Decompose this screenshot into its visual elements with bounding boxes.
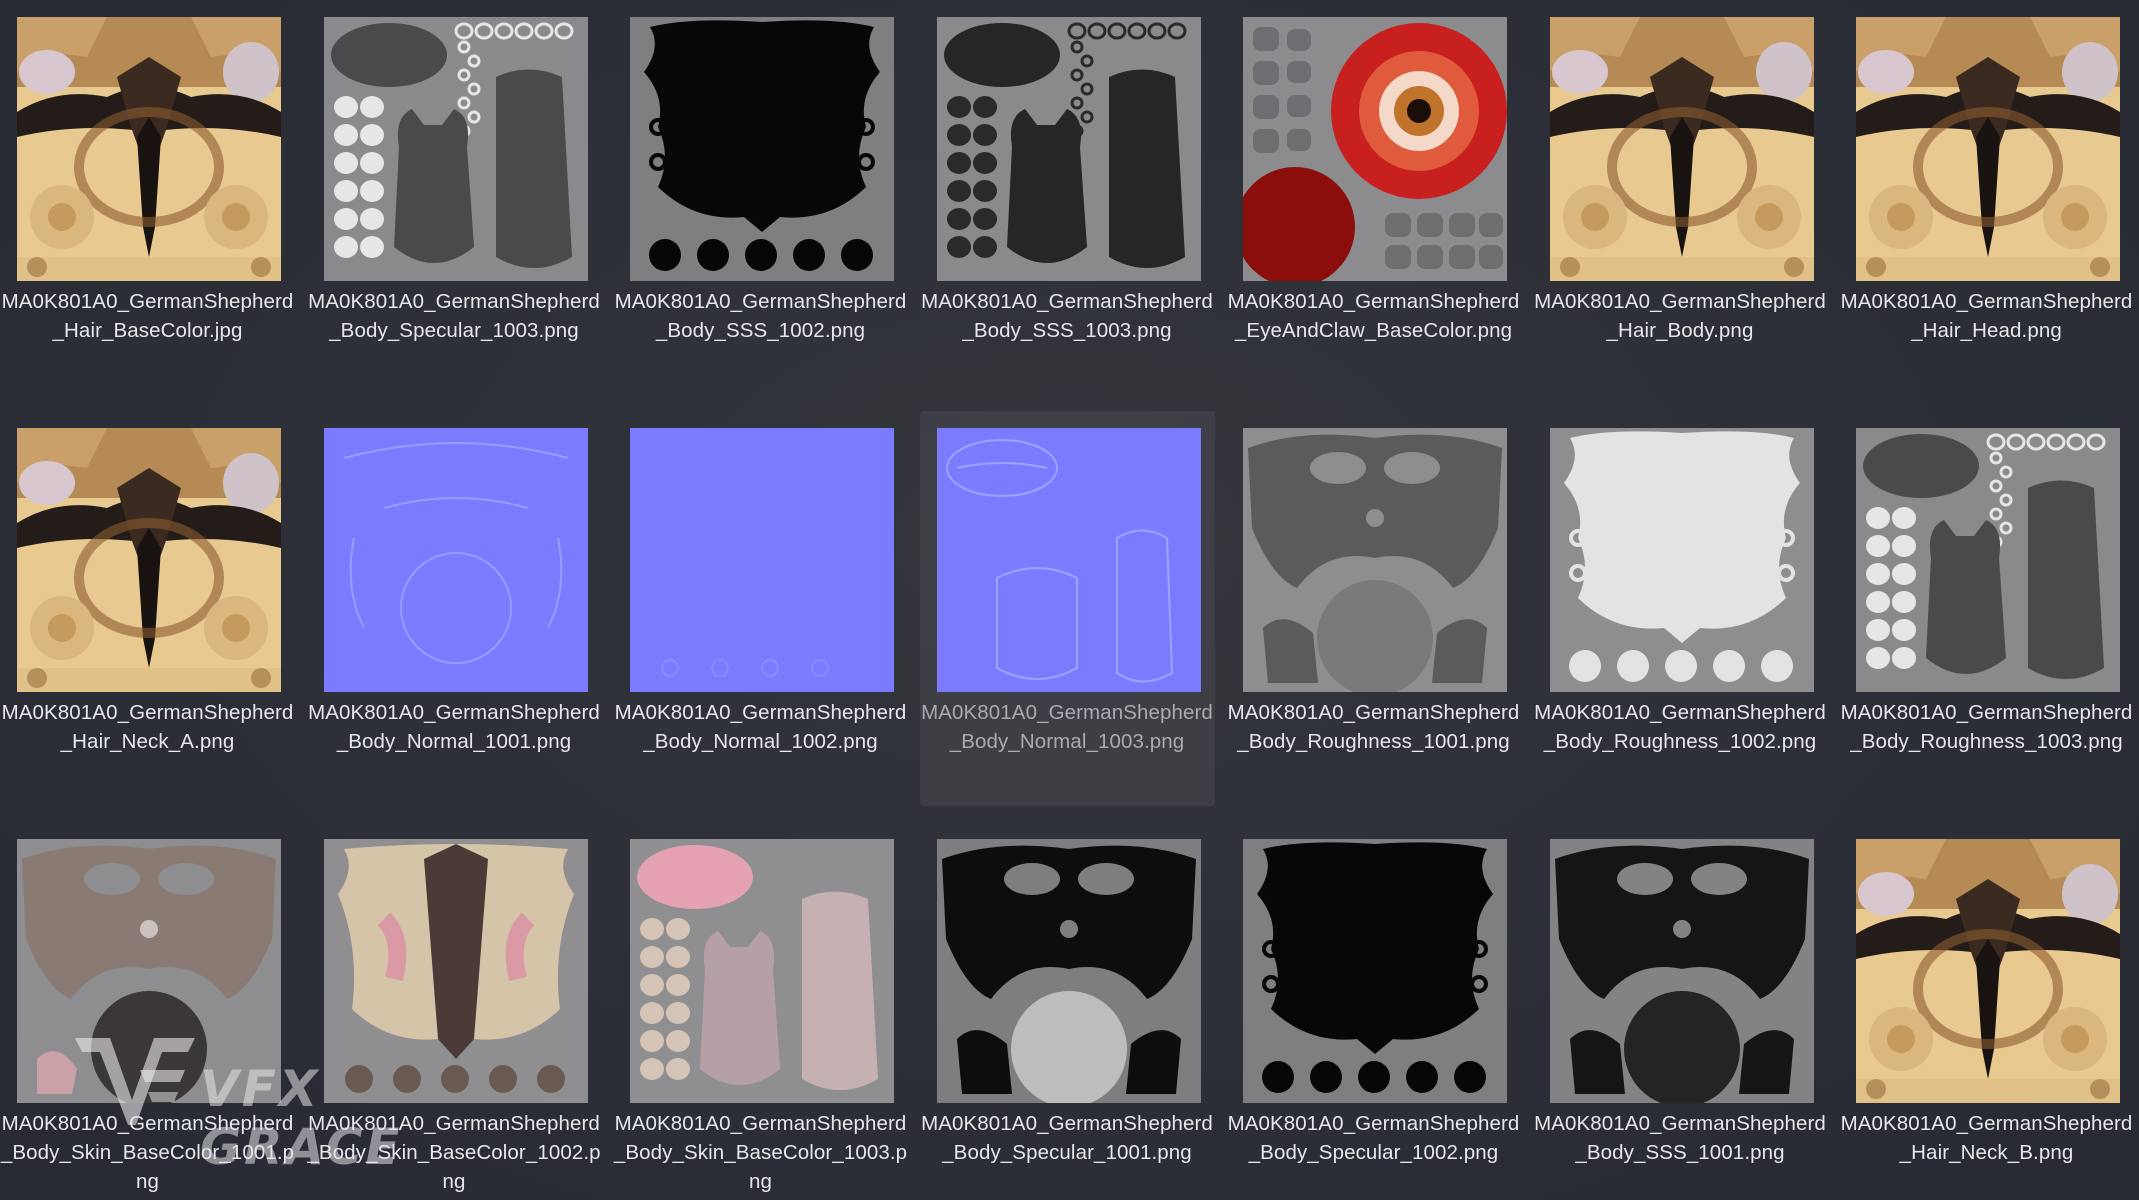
file-name: MA0K801A0_GermanShepherd _Body_SSS_1003.… <box>921 290 1213 342</box>
file-thumbnail[interactable] <box>936 428 1201 692</box>
file-name: MA0K801A0_GermanShepherd _Body_Specular_… <box>921 1112 1213 1164</box>
file-name: MA0K801A0_GermanShepherd _Body_Roughness… <box>1840 701 2133 753</box>
file-tile[interactable]: MA0K801A0_GermanShepherd _Body_Specular_… <box>1226 822 1521 1200</box>
file-name: MA0K801A0_GermanShepherd _Body_Normal_10… <box>614 701 907 753</box>
file-tile[interactable]: MA0K801A0_GermanShepherd _Body_Specular_… <box>307 0 602 395</box>
file-tile[interactable]: MA0K801A0_GermanShepherd _Hair_Neck_A.pn… <box>0 411 295 806</box>
file-thumbnail[interactable] <box>630 428 894 692</box>
file-name: MA0K801A0_GermanShepherd _Body_Normal_10… <box>921 701 1213 753</box>
file-tile[interactable]: MA0K801A0_GermanShepherd _Body_Roughness… <box>1226 411 1521 806</box>
file-thumbnail[interactable] <box>1243 17 1507 281</box>
file-name: MA0K801A0_GermanShepherd _Body_Skin_Base… <box>613 1112 908 1193</box>
file-tile[interactable]: MA0K801A0_GermanShepherd _Body_Skin_Base… <box>613 822 908 1200</box>
file-thumbnail[interactable] <box>1856 17 2120 281</box>
file-tile[interactable]: MA0K801A0_GermanShepherd _Hair_Head.png <box>1839 0 2134 395</box>
file-thumbnail[interactable] <box>630 17 894 281</box>
file-tile[interactable]: MA0K801A0_GermanShepherd _Body_Skin_Base… <box>0 822 295 1200</box>
file-name: MA0K801A0_GermanShepherd _Hair_Neck_A.pn… <box>1 701 294 753</box>
file-thumbnail[interactable] <box>1549 17 1814 281</box>
file-tile[interactable]: MA0K801A0_GermanShepherd _Body_SSS_1001.… <box>1533 822 1828 1200</box>
file-tile[interactable]: MA0K801A0_GermanShepherd _Hair_Body.png <box>1533 0 1828 395</box>
file-thumbnail[interactable] <box>323 428 588 692</box>
file-name: MA0K801A0_GermanShepherd _Body_Specular_… <box>308 290 600 342</box>
file-name: MA0K801A0_GermanShepherd _Body_Skin_Base… <box>0 1112 295 1193</box>
file-name: MA0K801A0_GermanShepherd _Body_Specular_… <box>1227 1112 1520 1164</box>
file-name: MA0K801A0_GermanShepherd _Hair_Head.png <box>1840 290 2133 342</box>
file-thumbnail[interactable] <box>1243 428 1507 692</box>
file-tile[interactable]: MA0K801A0_GermanShepherd _EyeAndClaw_Bas… <box>1226 0 1521 395</box>
file-name: MA0K801A0_GermanShepherd _Hair_Neck_B.pn… <box>1840 1112 2133 1164</box>
file-tile[interactable]: MA0K801A0_GermanShepherd _Body_Roughness… <box>1533 411 1828 806</box>
file-thumbnail[interactable] <box>17 839 281 1103</box>
file-thumbnail[interactable] <box>1549 428 1814 692</box>
file-tile[interactable]: MA0K801A0_GermanShepherd _Hair_Neck_B.pn… <box>1839 822 2134 1200</box>
file-thumbnail[interactable] <box>17 17 281 281</box>
file-name: MA0K801A0_GermanShepherd _Body_SSS_1002.… <box>614 290 907 342</box>
file-name: MA0K801A0_GermanShepherd _EyeAndClaw_Bas… <box>1227 290 1520 342</box>
file-thumbnail[interactable] <box>1549 839 1814 1103</box>
file-tile[interactable]: MA0K801A0_GermanShepherd _Hair_BaseColor… <box>0 0 295 395</box>
file-name: MA0K801A0_GermanShepherd _Body_Roughness… <box>1227 701 1520 753</box>
file-tile[interactable]: MA0K801A0_GermanShepherd _Body_SSS_1003.… <box>920 0 1215 395</box>
file-thumbnail[interactable] <box>1243 839 1507 1103</box>
file-tile[interactable]: MA0K801A0_GermanShepherd _Body_Normal_10… <box>613 411 908 806</box>
file-name: MA0K801A0_GermanShepherd _Body_Roughness… <box>1534 701 1826 753</box>
file-thumbnail[interactable] <box>1856 428 2120 692</box>
file-tile[interactable]: MA0K801A0_GermanShepherd _Body_Specular_… <box>920 822 1215 1200</box>
file-tile[interactable]: MA0K801A0_GermanShepherd _Body_Normal_10… <box>307 411 602 806</box>
file-tile[interactable]: MA0K801A0_GermanShepherd _Body_SSS_1002.… <box>613 0 908 395</box>
file-thumbnail[interactable] <box>936 839 1201 1103</box>
file-tile[interactable]: MA0K801A0_GermanShepherd _Body_Normal_10… <box>919 411 1215 806</box>
file-thumbnail[interactable] <box>17 428 281 692</box>
file-name: MA0K801A0_GermanShepherd _Hair_Body.png <box>1534 290 1826 342</box>
file-tile[interactable]: MA0K801A0_GermanShepherd _Body_Roughness… <box>1839 411 2134 806</box>
file-name: MA0K801A0_GermanShepherd _Body_Skin_Base… <box>307 1112 601 1193</box>
file-grid: MA0K801A0_GermanShepherd _Hair_BaseColor… <box>0 0 2139 1200</box>
file-thumbnail[interactable] <box>1856 839 2120 1103</box>
file-name: MA0K801A0_GermanShepherd _Body_Normal_10… <box>308 701 600 753</box>
file-thumbnail[interactable] <box>936 17 1201 281</box>
file-name: MA0K801A0_GermanShepherd _Hair_BaseColor… <box>1 290 294 342</box>
file-thumbnail[interactable] <box>323 839 588 1103</box>
file-thumbnail[interactable] <box>323 17 588 281</box>
file-name: MA0K801A0_GermanShepherd _Body_SSS_1001.… <box>1534 1112 1826 1164</box>
file-tile[interactable]: MA0K801A0_GermanShepherd _Body_Skin_Base… <box>307 822 602 1200</box>
file-thumbnail[interactable] <box>630 839 894 1103</box>
